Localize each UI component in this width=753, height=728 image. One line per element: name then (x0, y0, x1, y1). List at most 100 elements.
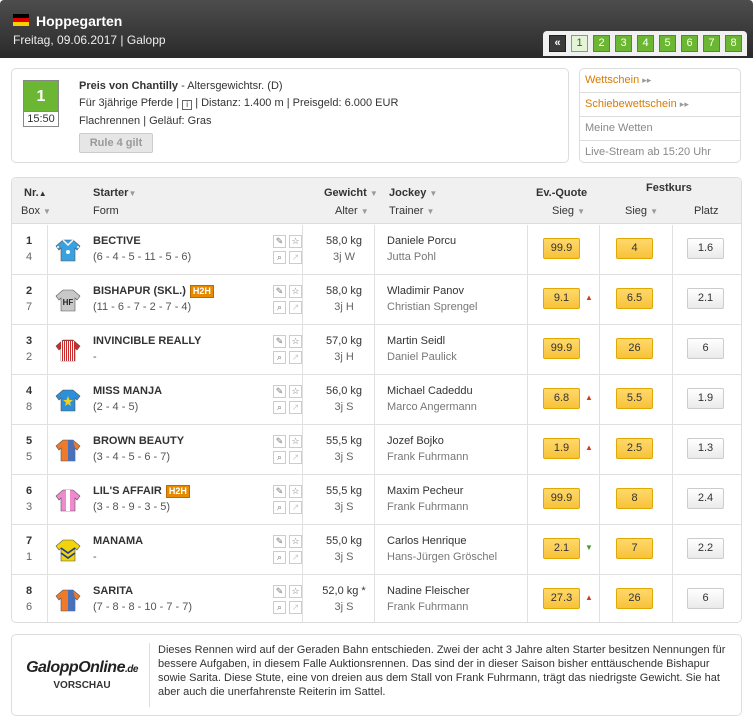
runner-name[interactable]: MANAMA (93, 535, 143, 547)
festkurs-sieg-button[interactable]: 26 (616, 588, 653, 609)
meine-wetten-link[interactable]: Meine Wetten (580, 117, 740, 141)
runner-name-cell[interactable]: BISHAPUR (SKL.) H2H (93, 285, 214, 298)
ev-quote-button[interactable]: 27.3 (543, 588, 580, 609)
runner-name[interactable]: INVINCIBLE REALLY (93, 335, 201, 347)
ev-quote-button[interactable]: 99.9 (543, 488, 580, 509)
runner-name-cell[interactable]: LIL'S AFFAIR H2H (93, 485, 190, 498)
runner-name-cell[interactable]: SARITA (93, 585, 133, 597)
pencil-icon[interactable]: ✎ (273, 585, 286, 598)
race-8-button[interactable]: 8 (725, 35, 742, 52)
jockey-name[interactable]: Martin Seidl (387, 335, 445, 347)
wettschein-link[interactable]: Wettschein ▸▸ (580, 69, 740, 93)
col-fk-sieg-header[interactable]: Sieg ▼ (625, 205, 658, 217)
festkurs-sieg-button[interactable]: 5.5 (616, 388, 653, 409)
trainer-name[interactable]: Frank Fuhrmann (387, 451, 468, 463)
star-icon[interactable]: ☆ (289, 235, 302, 248)
jockey-name[interactable]: Carlos Henrique (387, 535, 466, 547)
ev-quote-button[interactable]: 6.8 (543, 388, 580, 409)
runner-name[interactable]: LIL'S AFFAIR (93, 485, 162, 497)
runner-name[interactable]: BROWN BEAUTY (93, 435, 184, 447)
pencil-icon[interactable]: ✎ (273, 535, 286, 548)
col-box-header[interactable]: Box ▼ (21, 205, 51, 217)
trainer-name[interactable]: Hans-Jürgen Gröschel (387, 551, 497, 563)
col-starter-header[interactable]: Starter▼ (93, 187, 136, 199)
chart-icon[interactable]: ↗ (289, 401, 302, 414)
pencil-icon[interactable]: ✎ (273, 285, 286, 298)
pencil-icon[interactable]: ✎ (273, 385, 286, 398)
star-icon[interactable]: ☆ (289, 585, 302, 598)
search-icon[interactable]: ⌕ (273, 251, 286, 264)
race-1-button[interactable]: 1 (571, 35, 588, 52)
festkurs-sieg-button[interactable]: 8 (616, 488, 653, 509)
jockey-name[interactable]: Maxim Pecheur (387, 485, 463, 497)
race-4-button[interactable]: 4 (637, 35, 654, 52)
jockey-name[interactable]: Michael Cadeddu (387, 385, 473, 397)
ev-quote-button[interactable]: 9.1 (543, 288, 580, 309)
chart-icon[interactable]: ↗ (289, 551, 302, 564)
star-icon[interactable]: ☆ (289, 285, 302, 298)
h2h-badge[interactable]: H2H (165, 485, 190, 498)
trainer-name[interactable]: Jutta Pohl (387, 251, 436, 263)
chart-icon[interactable]: ↗ (289, 301, 302, 314)
col-alter-header[interactable]: Alter ▼ (335, 205, 369, 217)
star-icon[interactable]: ☆ (289, 485, 302, 498)
chart-icon[interactable]: ↗ (289, 451, 302, 464)
star-icon[interactable]: ☆ (289, 385, 302, 398)
runner-name[interactable]: BECTIVE (93, 235, 141, 247)
col-ev-sieg-header[interactable]: Sieg ▼ (552, 205, 585, 217)
col-trainer-header[interactable]: Trainer ▼ (389, 205, 434, 217)
info-icon[interactable]: i (182, 100, 193, 110)
festkurs-platz-button[interactable]: 2.4 (687, 488, 724, 509)
ev-quote-button[interactable]: 2.1 (543, 538, 580, 559)
jockey-name[interactable]: Daniele Porcu (387, 235, 456, 247)
search-icon[interactable]: ⌕ (273, 401, 286, 414)
chart-icon[interactable]: ↗ (289, 501, 302, 514)
col-jockey-header[interactable]: Jockey ▼ (389, 187, 437, 199)
schiebewettschein-link[interactable]: Schiebewettschein ▸▸ (580, 93, 740, 117)
h2h-badge[interactable]: H2H (189, 285, 214, 298)
festkurs-platz-button[interactable]: 6 (687, 338, 724, 359)
runner-name-cell[interactable]: INVINCIBLE REALLY (93, 335, 201, 347)
search-icon[interactable]: ⌕ (273, 501, 286, 514)
trainer-name[interactable]: Frank Fuhrmann (387, 601, 468, 613)
festkurs-platz-button[interactable]: 1.6 (687, 238, 724, 259)
festkurs-sieg-button[interactable]: 26 (616, 338, 653, 359)
search-icon[interactable]: ⌕ (273, 451, 286, 464)
race-5-button[interactable]: 5 (659, 35, 676, 52)
festkurs-platz-button[interactable]: 2.2 (687, 538, 724, 559)
star-icon[interactable]: ☆ (289, 435, 302, 448)
festkurs-sieg-button[interactable]: 6.5 (616, 288, 653, 309)
search-icon[interactable]: ⌕ (273, 551, 286, 564)
race-6-button[interactable]: 6 (681, 35, 698, 52)
star-icon[interactable]: ☆ (289, 535, 302, 548)
trainer-name[interactable]: Daniel Paulick (387, 351, 457, 363)
festkurs-sieg-button[interactable]: 2.5 (616, 438, 653, 459)
col-gewicht-header[interactable]: Gewicht ▼ (324, 187, 378, 199)
previous-races-button[interactable]: « (549, 35, 566, 52)
trainer-name[interactable]: Frank Fuhrmann (387, 501, 468, 513)
pencil-icon[interactable]: ✎ (273, 335, 286, 348)
ev-quote-button[interactable]: 99.9 (543, 238, 580, 259)
festkurs-platz-button[interactable]: 1.3 (687, 438, 724, 459)
search-icon[interactable]: ⌕ (273, 301, 286, 314)
jockey-name[interactable]: Nadine Fleischer (387, 585, 470, 597)
runner-name-cell[interactable]: BECTIVE (93, 235, 141, 247)
rule-4-button[interactable]: Rule 4 gilt (79, 133, 153, 153)
festkurs-sieg-button[interactable]: 7 (616, 538, 653, 559)
festkurs-platz-button[interactable]: 1.9 (687, 388, 724, 409)
runner-name-cell[interactable]: MISS MANJA (93, 385, 162, 397)
pencil-icon[interactable]: ✎ (273, 485, 286, 498)
star-icon[interactable]: ☆ (289, 335, 302, 348)
ev-quote-button[interactable]: 99.9 (543, 338, 580, 359)
ev-quote-button[interactable]: 1.9 (543, 438, 580, 459)
festkurs-sieg-button[interactable]: 4 (616, 238, 653, 259)
chart-icon[interactable]: ↗ (289, 251, 302, 264)
pencil-icon[interactable]: ✎ (273, 235, 286, 248)
race-3-button[interactable]: 3 (615, 35, 632, 52)
jockey-name[interactable]: Jozef Bojko (387, 435, 444, 447)
festkurs-platz-button[interactable]: 6 (687, 588, 724, 609)
runner-name[interactable]: SARITA (93, 585, 133, 597)
search-icon[interactable]: ⌕ (273, 601, 286, 614)
runner-name[interactable]: MISS MANJA (93, 385, 162, 397)
race-7-button[interactable]: 7 (703, 35, 720, 52)
